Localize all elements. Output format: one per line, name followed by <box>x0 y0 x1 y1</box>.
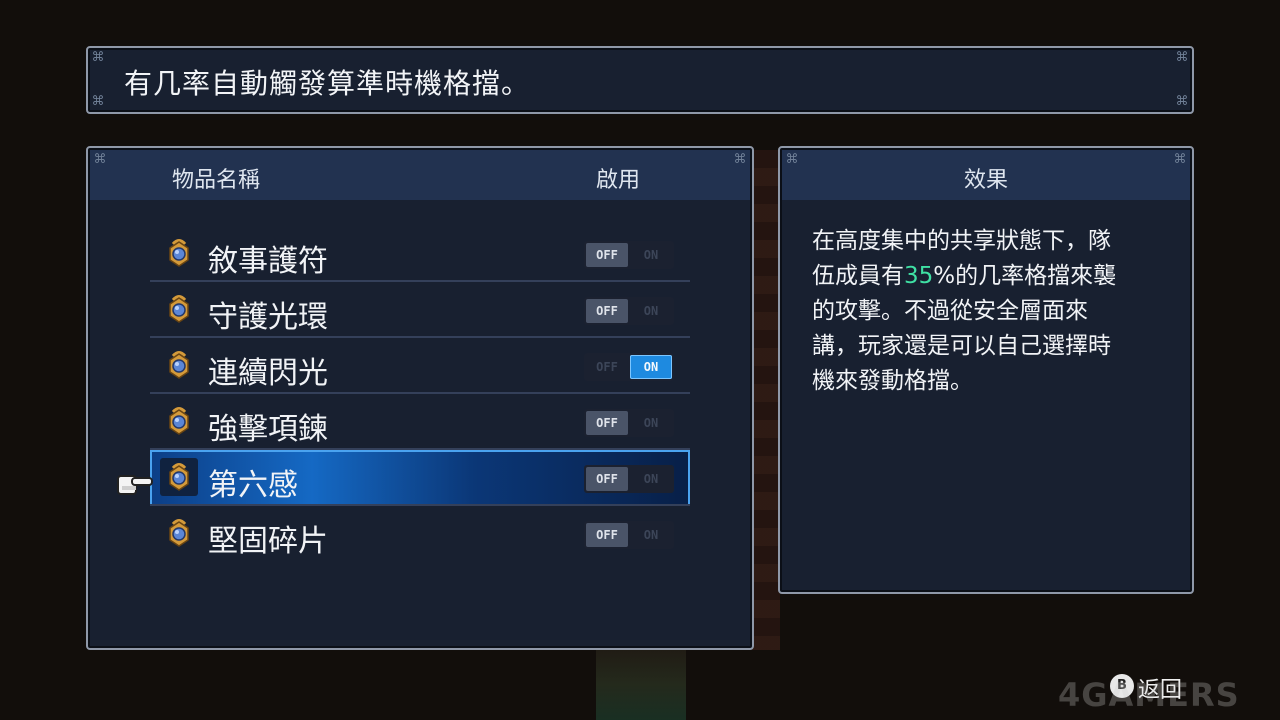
corner-ornament: ⌘ <box>91 50 105 65</box>
list-item[interactable]: 堅固碎片 OFF ON <box>150 506 690 562</box>
effect-line: 伍成員有35%的几率格擋來襲 <box>812 259 1172 294</box>
corner-ornament: ⌘ <box>91 94 105 109</box>
toggle-on-option[interactable]: ON <box>630 467 672 491</box>
effect-title: 效果 <box>963 168 1008 193</box>
column-header-name: 物品名稱 <box>172 168 261 193</box>
list-header: ⌘ ⌘ 物品名稱 啟用 <box>90 150 750 200</box>
amulet-icon <box>160 458 198 496</box>
toggle-off-option[interactable]: OFF <box>586 523 628 547</box>
effect-header: ⌘ ⌘ 效果 <box>782 150 1190 200</box>
amulet-icon <box>160 290 198 328</box>
toggle-off-option[interactable]: OFF <box>586 299 628 323</box>
amulet-icon <box>160 514 198 552</box>
list-item[interactable]: 守護光環 OFF ON <box>150 282 690 338</box>
corner-ornament: ⌘ <box>1175 94 1189 109</box>
list-item[interactable]: 強擊項鍊 OFF ON <box>150 394 690 450</box>
item-name: 第六感 <box>208 468 298 503</box>
effect-description: 在高度集中的共享狀態下，隊 伍成員有35%的几率格擋來襲 的攻擊。不過從安全層面… <box>812 224 1172 399</box>
toggle-on-option[interactable]: ON <box>630 411 672 435</box>
effect-line: 機來發動格擋。 <box>812 368 973 394</box>
toggle-off-option[interactable]: OFF <box>586 411 628 435</box>
enable-toggle[interactable]: OFF ON <box>584 465 674 493</box>
item-name: 堅固碎片 <box>208 524 328 559</box>
effect-line: 的攻擊。不過從安全層面來 <box>812 298 1088 324</box>
column-header-enable: 啟用 <box>596 168 641 193</box>
list-item[interactable]: 敘事護符 OFF ON <box>150 226 690 282</box>
item-name: 守護光環 <box>208 300 328 335</box>
corner-ornament: ⌘ <box>733 152 747 167</box>
effect-value: 35 <box>904 263 934 289</box>
amulet-icon <box>160 234 198 272</box>
enable-toggle[interactable]: OFF ON <box>584 521 674 549</box>
hand-pointer-icon <box>117 475 153 495</box>
toggle-off-option[interactable]: OFF <box>586 243 628 267</box>
effect-panel: ⌘ ⌘ 效果 在高度集中的共享狀態下，隊 伍成員有35%的几率格擋來襲 的攻擊。… <box>778 146 1194 594</box>
toggle-on-option[interactable]: ON <box>630 355 672 379</box>
item-name: 敘事護符 <box>208 244 328 279</box>
watermark: 4GAMERS <box>1058 676 1240 714</box>
effect-text: %的几率格擋來襲 <box>933 263 1117 289</box>
amulet-icon <box>160 346 198 384</box>
enable-toggle[interactable]: OFF ON <box>584 297 674 325</box>
amulet-icon <box>160 402 198 440</box>
background-scene <box>596 640 686 720</box>
list-item[interactable]: 第六感 OFF ON <box>150 450 690 506</box>
effect-line: 在高度集中的共享狀態下，隊 <box>812 228 1111 254</box>
list-item[interactable]: 連續閃光 OFF ON <box>150 338 690 394</box>
enable-toggle[interactable]: OFF ON <box>584 241 674 269</box>
toggle-on-option[interactable]: ON <box>630 299 672 323</box>
corner-ornament: ⌘ <box>1175 50 1189 65</box>
toggle-off-option[interactable]: OFF <box>586 467 628 491</box>
corner-ornament: ⌘ <box>93 152 107 167</box>
item-name: 強擊項鍊 <box>208 412 328 447</box>
background-strip <box>752 150 780 650</box>
description-panel: ⌘ ⌘ ⌘ ⌘ 有几率自動觸發算準時機格擋。 <box>86 46 1194 114</box>
item-description: 有几率自動觸發算準時機格擋。 <box>124 67 531 100</box>
toggle-off-option[interactable]: OFF <box>586 355 628 379</box>
enable-toggle[interactable]: OFF ON <box>584 409 674 437</box>
effect-text: 伍成員有 <box>812 263 904 289</box>
toggle-on-option[interactable]: ON <box>630 243 672 267</box>
effect-line: 講，玩家還是可以自己選擇時 <box>812 333 1111 359</box>
toggle-on-option[interactable]: ON <box>630 523 672 547</box>
item-name: 連續閃光 <box>208 356 328 391</box>
item-list-panel: ⌘ ⌘ 物品名稱 啟用 敘事護符 OFF ON 守護光環 OFF ON 連續閃光 OFF ON 強… <box>86 146 754 650</box>
enable-toggle[interactable]: OFF ON <box>584 353 674 381</box>
